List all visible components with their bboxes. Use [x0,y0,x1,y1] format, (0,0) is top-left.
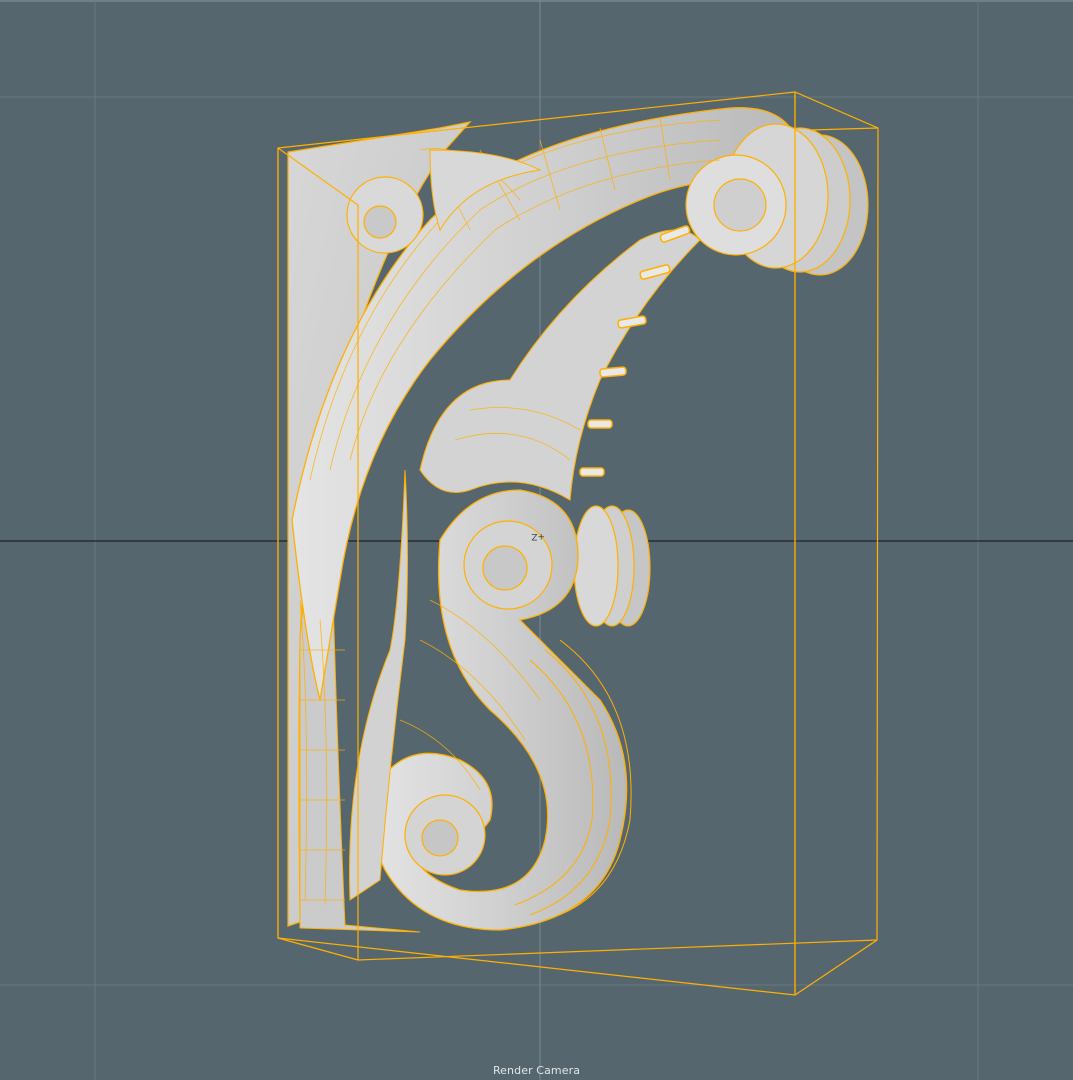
svg-text:+Z: +Z [531,531,545,541]
camera-label: Render Camera [492,1064,581,1077]
viewport-scene[interactable]: +Z [0,0,1073,1080]
axis-gizmo-icon: +Z [531,531,545,541]
middle-scroll-rolls[interactable] [573,505,651,627]
3d-viewport[interactable]: +Z Render Camera [0,0,1073,1080]
